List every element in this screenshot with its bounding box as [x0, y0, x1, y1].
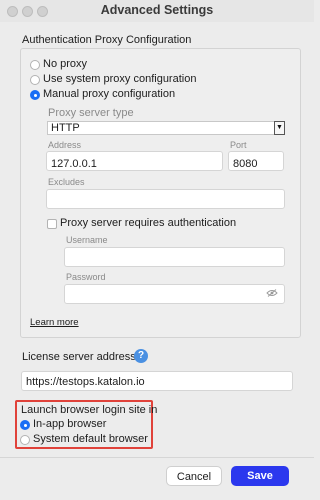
title-bar: Advanced Settings — [0, 0, 314, 22]
learn-more-link[interactable]: Learn more — [30, 317, 79, 328]
password-label: Password — [66, 272, 106, 282]
license-server-label: License server address — [22, 351, 136, 363]
help-icon[interactable]: ? — [134, 349, 148, 363]
excludes-field[interactable] — [46, 189, 285, 209]
port-label: Port — [230, 140, 247, 150]
system-proxy-label[interactable]: Use system proxy configuration — [43, 73, 196, 85]
in-app-browser-radio[interactable] — [20, 420, 30, 430]
manual-proxy-radio[interactable] — [30, 90, 40, 100]
password-field[interactable] — [64, 284, 285, 304]
address-field[interactable]: 127.0.0.1 — [46, 151, 223, 171]
no-proxy-label[interactable]: No proxy — [43, 58, 87, 70]
proxy-auth-label[interactable]: Proxy server requires authentication — [60, 217, 236, 229]
proxy-auth-checkbox[interactable] — [47, 219, 57, 229]
system-browser-label[interactable]: System default browser — [33, 433, 148, 445]
manual-proxy-label[interactable]: Manual proxy configuration — [43, 88, 175, 100]
server-type-value: HTTP — [51, 122, 80, 134]
window-title: Advanced Settings — [100, 3, 214, 17]
address-label: Address — [48, 140, 82, 150]
license-server-field[interactable]: https://testops.katalon.io — [21, 371, 293, 391]
no-proxy-radio[interactable] — [30, 60, 40, 70]
username-field[interactable] — [64, 247, 285, 267]
excludes-label: Excludes — [48, 177, 85, 187]
username-label: Username — [66, 235, 108, 245]
save-button[interactable]: Save — [231, 466, 289, 486]
system-browser-radio[interactable] — [20, 435, 30, 445]
eye-slash-icon[interactable] — [266, 289, 278, 297]
browser-login-label: Launch browser login site in — [21, 404, 158, 416]
footer-divider — [0, 457, 314, 458]
port-field[interactable]: 8080 — [228, 151, 284, 171]
in-app-browser-label[interactable]: In-app browser — [33, 418, 106, 430]
system-proxy-radio[interactable] — [30, 75, 40, 85]
proxy-section-title: Authentication Proxy Configuration — [22, 34, 192, 46]
chevron-down-icon[interactable]: ▼ — [274, 121, 285, 135]
cancel-button[interactable]: Cancel — [166, 466, 222, 486]
server-type-select[interactable]: HTTP ▼ — [47, 121, 285, 135]
server-type-label: Proxy server type — [48, 107, 134, 119]
